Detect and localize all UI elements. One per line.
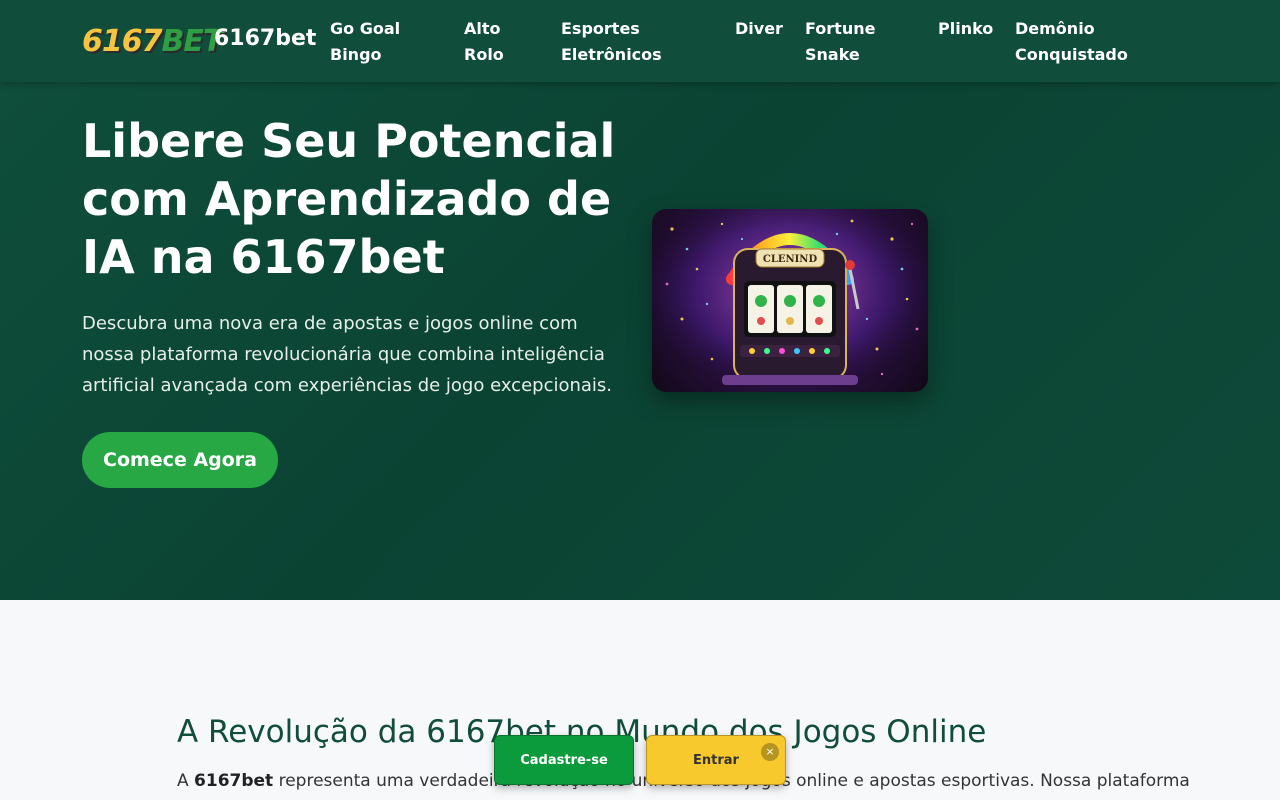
- nav-label-line2: Eletrônicos: [561, 45, 662, 64]
- nav-label-line1: Esportes: [561, 19, 640, 38]
- nav-label-line1: Go Goal: [330, 19, 401, 38]
- section-text-prefix: A: [177, 771, 195, 791]
- top-navbar: 6167 BET 6167bet Go Goal Bingo Alto Rolo …: [0, 0, 1280, 82]
- nav-label-line2: Conquistado: [1015, 45, 1128, 64]
- signup-button[interactable]: Cadastre-se: [494, 735, 634, 785]
- nav-label-line1: Diver: [735, 19, 783, 38]
- nav-label-line1: Fortune: [805, 19, 876, 38]
- section-text-brand: 6167bet: [194, 771, 274, 791]
- hero-title: Libere Seu Potencial com Aprendizado de …: [82, 114, 616, 284]
- slot-machine-image: CLENIND: [652, 209, 928, 392]
- nav-label-line1: Demônio: [1015, 19, 1095, 38]
- nav-item-plinko[interactable]: Plinko: [938, 16, 993, 42]
- hero-section: Libere Seu Potencial com Aprendizado de …: [0, 82, 1280, 600]
- nav-label-line2: Snake: [805, 45, 860, 64]
- nav-item-diver[interactable]: Diver: [735, 16, 783, 42]
- nav-label-line1: Alto: [464, 19, 501, 38]
- brand-name[interactable]: 6167bet: [214, 26, 316, 51]
- nav-item-esportes-eletronicos[interactable]: Esportes Eletrônicos: [561, 16, 662, 68]
- nav-item-alto-rolo[interactable]: Alto Rolo: [464, 16, 504, 68]
- nav-label-line2: Rolo: [464, 45, 504, 64]
- section-text: A 6167bet representa uma verdadeira revo…: [177, 771, 1190, 791]
- nav-item-fortune-snake[interactable]: Fortune Snake: [805, 16, 875, 68]
- hero-description: Descubra uma nova era de apostas e jogos…: [82, 313, 613, 396]
- close-icon[interactable]: ×: [761, 743, 779, 761]
- slot-machine-illustration: CLENIND: [652, 209, 928, 392]
- logo-number: 6167: [82, 23, 162, 59]
- nav-item-go-goal-bingo[interactable]: Go Goal Bingo: [330, 16, 400, 68]
- slot-label: CLENIND: [763, 254, 818, 265]
- site-logo[interactable]: 6167 BET: [82, 20, 223, 62]
- nav-label-line2: Bingo: [330, 45, 382, 64]
- nav-item-demonio-conquistado[interactable]: Demônio Conquistado: [1015, 16, 1128, 68]
- nav-label-line1: Plinko: [938, 19, 994, 38]
- start-now-button[interactable]: Comece Agora: [82, 432, 278, 488]
